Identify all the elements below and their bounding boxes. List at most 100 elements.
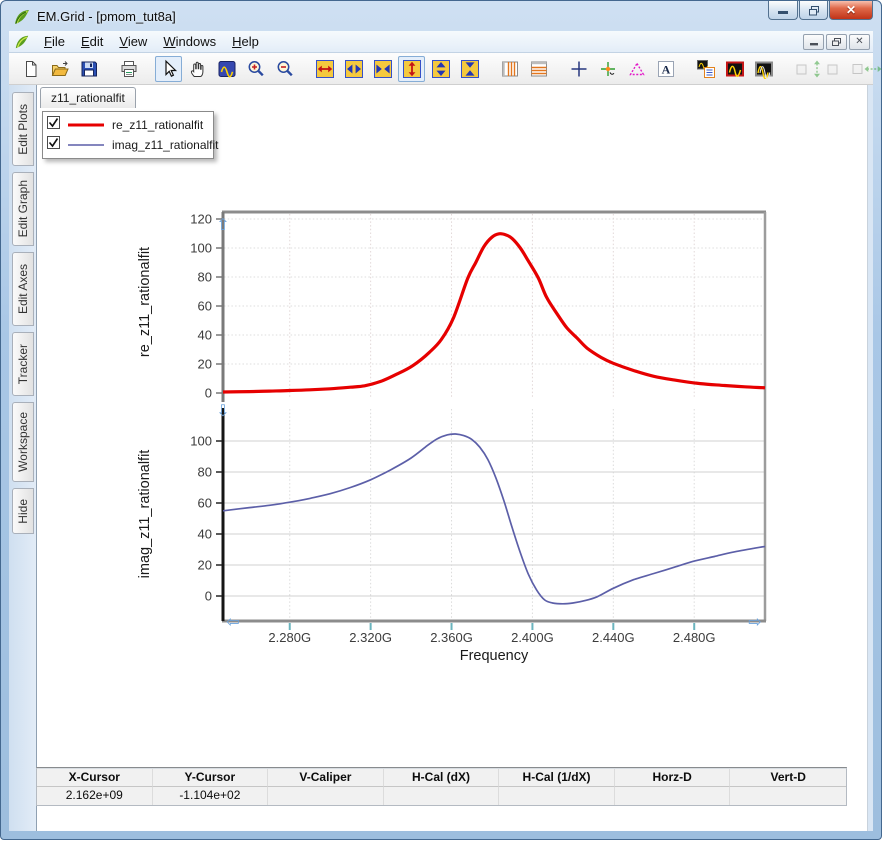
menu-edit[interactable]: Edit bbox=[73, 32, 111, 51]
status-value-3 bbox=[384, 787, 500, 805]
menu-windows[interactable]: Windows bbox=[155, 32, 224, 51]
select-cursor-icon bbox=[159, 59, 179, 79]
v-arrows-red-button[interactable] bbox=[398, 56, 425, 82]
open-file-button[interactable] bbox=[46, 56, 73, 82]
sidebar-tab-hide[interactable]: Hide bbox=[12, 488, 34, 534]
sidebar-tab-label: Hide bbox=[16, 491, 30, 532]
select-cursor-button[interactable] bbox=[155, 56, 182, 82]
menubar: FileEditViewWindowsHelp ✕ bbox=[9, 31, 873, 53]
v-out-blue-icon bbox=[431, 59, 451, 79]
new-document-button[interactable] bbox=[17, 56, 44, 82]
menu-file[interactable]: File bbox=[36, 32, 73, 51]
v-in-blue-button[interactable] bbox=[456, 56, 483, 82]
tracker-marker-button[interactable] bbox=[594, 56, 621, 82]
menu-view[interactable]: View bbox=[111, 32, 155, 51]
restore-button[interactable] bbox=[799, 1, 828, 20]
v-arrows-red-icon bbox=[402, 59, 422, 79]
sidebar-tab-edit-axes[interactable]: Edit Axes bbox=[12, 252, 34, 326]
h-in-blue-icon bbox=[373, 59, 393, 79]
open-file-icon bbox=[50, 59, 70, 79]
v-out-blue-button[interactable] bbox=[427, 56, 454, 82]
titlebar[interactable]: EM.Grid - [pmom_tut8a] ✕ bbox=[9, 2, 873, 31]
mdi-close-icon: ✕ bbox=[855, 36, 863, 47]
minimize-button[interactable] bbox=[768, 1, 798, 20]
cross-marker-button[interactable] bbox=[565, 56, 592, 82]
save-file-button[interactable] bbox=[75, 56, 102, 82]
window-controls: ✕ bbox=[767, 1, 873, 20]
h-arrows-red-button[interactable] bbox=[311, 56, 338, 82]
toolbar: ALayout bbox=[9, 53, 873, 85]
fit-vertical-button bbox=[790, 56, 844, 82]
horizontal-gridlines-icon bbox=[529, 59, 549, 79]
plot-page[interactable]: z11_rationalfit re_z11_rationalfit imag_z… bbox=[36, 85, 868, 831]
zoom-in-button[interactable] bbox=[242, 56, 269, 82]
cursor-status-table: X-CursorY-CursorV-CaliperH-Cal (dX)H-Cal… bbox=[36, 767, 847, 806]
legend-label: re_z11_rationalfit bbox=[112, 118, 203, 132]
text-annotation-button[interactable]: A bbox=[652, 56, 679, 82]
close-button[interactable]: ✕ bbox=[829, 1, 873, 20]
h-in-blue-button[interactable] bbox=[369, 56, 396, 82]
sidebar-tab-label: Edit Axes bbox=[16, 256, 30, 322]
sidebar-tab-label: Edit Graph bbox=[16, 172, 30, 245]
sidebar-tab-edit-graph[interactable]: Edit Graph bbox=[12, 172, 34, 246]
legend-checkbox[interactable] bbox=[47, 136, 60, 154]
menu-items: FileEditViewWindowsHelp bbox=[36, 32, 267, 51]
h-out-blue-button[interactable] bbox=[340, 56, 367, 82]
tracker-marker-icon bbox=[598, 59, 618, 79]
pan-hand-icon bbox=[188, 59, 208, 79]
legend-line-sample bbox=[66, 136, 106, 154]
caliper-triangle-button[interactable] bbox=[623, 56, 650, 82]
new-document-icon bbox=[21, 59, 41, 79]
minimize-icon bbox=[777, 6, 789, 15]
sidebar-tab-tracker[interactable]: Tracker bbox=[12, 332, 34, 396]
fit-horizontal-button bbox=[846, 56, 882, 82]
status-value-4 bbox=[499, 787, 615, 805]
plot-properties-icon bbox=[696, 59, 716, 79]
sidebar-tab-edit-plots[interactable]: Edit Plots bbox=[12, 92, 34, 166]
edit-plot-button[interactable] bbox=[721, 56, 748, 82]
zoom-window-icon bbox=[217, 59, 237, 79]
restore-icon bbox=[808, 5, 820, 16]
zoom-in-icon bbox=[246, 59, 266, 79]
h-out-blue-icon bbox=[344, 59, 364, 79]
text-annotation-icon: A bbox=[656, 59, 676, 79]
print-button[interactable] bbox=[115, 56, 142, 82]
legend-label: imag_z11_rationalfit bbox=[112, 138, 219, 152]
workspace: Edit Plots Edit Graph Edit Axes Tracker Work… bbox=[9, 85, 873, 831]
tab-label: z11_rationalfit bbox=[51, 91, 125, 105]
legend-item: re_z11_rationalfit bbox=[47, 115, 209, 135]
plot-properties-button[interactable] bbox=[692, 56, 719, 82]
zoom-out-button[interactable] bbox=[271, 56, 298, 82]
legend-checkbox[interactable] bbox=[47, 116, 60, 134]
tab-z11-rationalfit[interactable]: z11_rationalfit bbox=[40, 87, 136, 108]
overlay-plots-button[interactable] bbox=[750, 56, 777, 82]
vertical-gridlines-icon bbox=[500, 59, 520, 79]
mdi-restore-icon bbox=[831, 37, 842, 47]
fit-vertical-icon bbox=[794, 59, 840, 79]
status-value-2 bbox=[268, 787, 384, 805]
mdi-window-controls: ✕ bbox=[803, 34, 873, 50]
sidebar-tab-label: Tracker bbox=[16, 336, 30, 392]
legend-item: imag_z11_rationalfit bbox=[47, 135, 209, 155]
horizontal-gridlines-button[interactable] bbox=[525, 56, 552, 82]
legend-line-sample bbox=[66, 116, 106, 134]
svg-text:A: A bbox=[661, 62, 670, 76]
sidebar-tab-label: Edit Plots bbox=[16, 96, 30, 163]
sidebar-tab-workspace[interactable]: Workspace bbox=[12, 402, 34, 482]
zoom-window-button[interactable] bbox=[213, 56, 240, 82]
fit-horizontal-icon bbox=[850, 59, 882, 79]
pan-hand-button[interactable] bbox=[184, 56, 211, 82]
vertical-gridlines-button[interactable] bbox=[496, 56, 523, 82]
mdi-close-button[interactable]: ✕ bbox=[849, 34, 870, 50]
mdi-minimize-button[interactable] bbox=[803, 34, 824, 50]
mdi-minimize-icon bbox=[809, 38, 819, 46]
menu-help[interactable]: Help bbox=[224, 32, 267, 51]
cross-marker-icon bbox=[569, 59, 589, 79]
status-value-1: -1.104e+02 bbox=[153, 787, 269, 805]
h-arrows-red-icon bbox=[315, 59, 335, 79]
close-icon: ✕ bbox=[846, 3, 856, 17]
status-header-vert-d: Vert-D bbox=[730, 769, 846, 787]
mdi-restore-button[interactable] bbox=[826, 34, 847, 50]
window-title: EM.Grid - [pmom_tut8a] bbox=[37, 9, 176, 24]
overlay-plots-icon bbox=[754, 59, 774, 79]
